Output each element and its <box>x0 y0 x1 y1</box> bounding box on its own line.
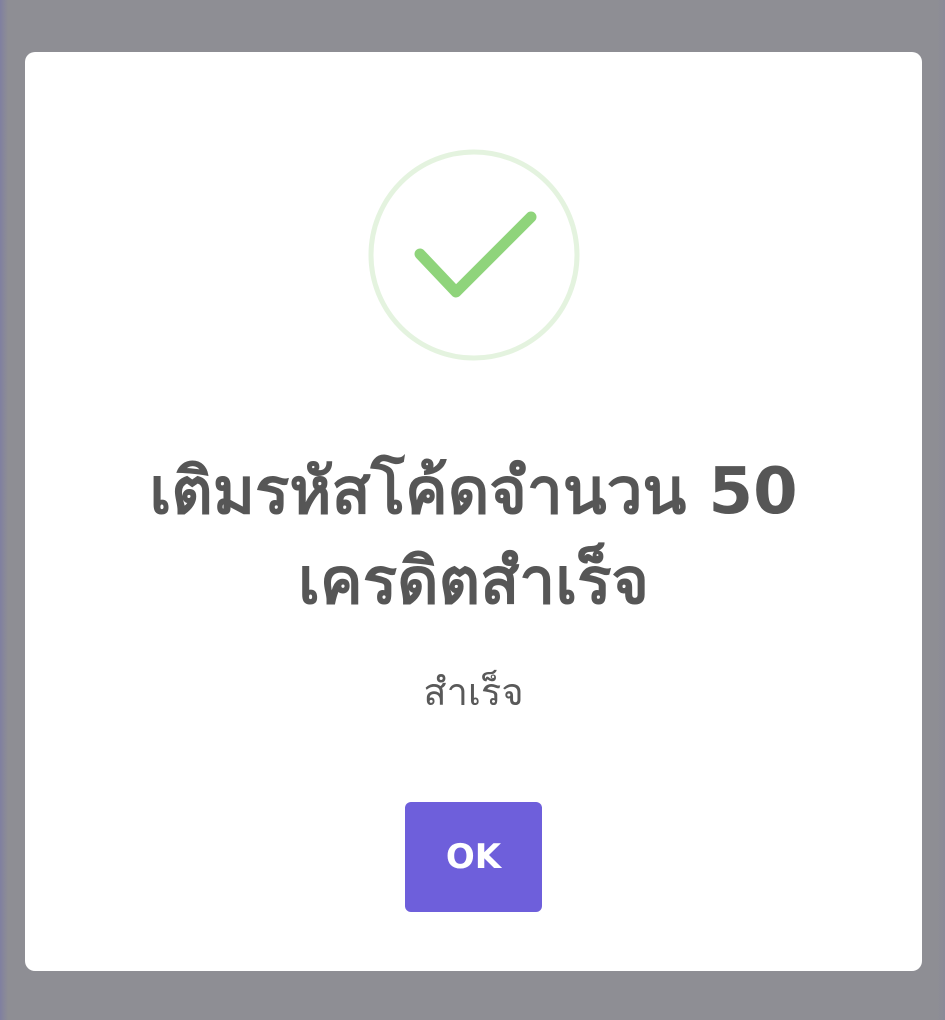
success-dialog: เติมรหัสโค้ดจำนวน 50 เครดิตสำเร็จ สำเร็จ… <box>25 52 922 971</box>
dialog-message: สำเร็จ <box>423 670 524 714</box>
dialog-title: เติมรหัสโค้ดจำนวน 50 เครดิตสำเร็จ <box>149 455 798 619</box>
ok-button[interactable]: OK <box>405 802 542 912</box>
success-check-icon <box>368 149 580 361</box>
